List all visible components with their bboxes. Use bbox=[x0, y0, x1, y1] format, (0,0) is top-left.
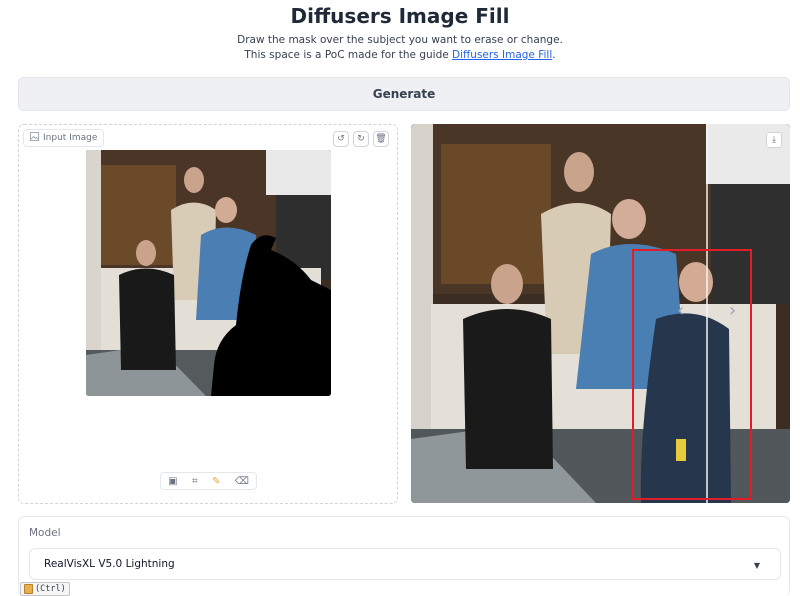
description-line-1: Draw the mask over the subject you want … bbox=[237, 34, 563, 46]
output-image-slider[interactable]: ‹ › ⤓ bbox=[411, 124, 790, 503]
model-section: Model RealVisXL V5.0 Lightning ▼ bbox=[18, 516, 790, 596]
redo-icon[interactable]: ↻ bbox=[353, 131, 369, 147]
description-prefix: This space is a PoC made for the guide bbox=[244, 49, 453, 61]
undo-icon[interactable]: ↺ bbox=[333, 131, 349, 147]
image-icon[interactable]: ▣ bbox=[168, 476, 177, 487]
eraser-icon[interactable]: ⌫ bbox=[235, 476, 249, 487]
image-icon bbox=[30, 132, 39, 144]
ctrl-shortcut-badge[interactable]: (Ctrl) bbox=[20, 582, 70, 596]
page-title: Diffusers Image Fill bbox=[290, 4, 510, 28]
crop-icon[interactable]: ⌗ bbox=[192, 476, 198, 487]
download-icon[interactable]: ⤓ bbox=[766, 132, 782, 148]
ctrl-shortcut-label: (Ctrl) bbox=[35, 584, 66, 594]
guide-link[interactable]: Diffusers Image Fill bbox=[452, 49, 552, 61]
input-image-label-text: Input Image bbox=[43, 133, 98, 143]
model-label: Model bbox=[29, 527, 61, 539]
trash-icon[interactable]: 🗑 bbox=[373, 131, 389, 147]
input-image-canvas[interactable] bbox=[86, 150, 331, 396]
clipboard-icon bbox=[24, 584, 33, 594]
description-line-2: This space is a PoC made for the guide D… bbox=[0, 49, 800, 61]
edit-tools: ▣ ⌗ ✎ ⌫ bbox=[160, 472, 257, 490]
editor-toolbar: ↺ ↻ 🗑 bbox=[333, 131, 389, 147]
model-selected-value: RealVisXL V5.0 Lightning bbox=[44, 558, 175, 570]
input-image-label: Input Image bbox=[23, 129, 105, 147]
svg-text:‹: ‹ bbox=[677, 300, 684, 321]
chevron-down-icon: ▼ bbox=[753, 561, 760, 570]
generate-button[interactable]: Generate bbox=[18, 77, 790, 111]
description-suffix: . bbox=[552, 49, 556, 61]
brush-icon[interactable]: ✎ bbox=[212, 476, 220, 487]
model-dropdown[interactable]: RealVisXL V5.0 Lightning ▼ bbox=[29, 548, 781, 580]
input-image-editor[interactable]: Input Image ↺ ↻ 🗑 ▣ ⌗ ✎ ⌫ bbox=[18, 124, 398, 504]
svg-text:›: › bbox=[729, 300, 736, 321]
